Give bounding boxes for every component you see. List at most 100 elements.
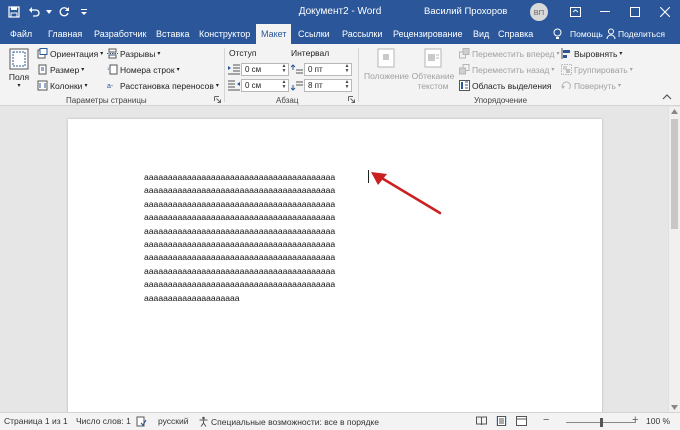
tab-insert[interactable]: Вставка: [156, 24, 189, 44]
hyphenation-icon: a-: [107, 80, 118, 91]
selection-pane-button[interactable]: Область выделения: [459, 80, 551, 91]
group-label: Группировать: [574, 64, 628, 75]
indent-left-field[interactable]: 0 см ▲ ▼: [241, 63, 289, 76]
save-icon[interactable]: [6, 4, 22, 20]
indent-heading: Отступ: [229, 48, 257, 58]
accessibility-button[interactable]: Специальные возможности: все в порядке: [198, 416, 379, 427]
dialog-launcher-icon[interactable]: [214, 96, 221, 103]
tell-me-button[interactable]: Помощь: [553, 28, 603, 40]
tab-help[interactable]: Справка: [498, 24, 533, 44]
send-backward-button[interactable]: Переместить назад ▾: [459, 64, 554, 75]
zoom-out-button[interactable]: −: [543, 414, 549, 426]
tab-view[interactable]: Вид: [473, 24, 489, 44]
undo-dropdown-icon[interactable]: [46, 4, 52, 20]
tab-developer[interactable]: Разработчик: [94, 24, 146, 44]
page-count[interactable]: Страница 1 из 1: [4, 416, 68, 426]
hyphenation-button[interactable]: a- Расстановка переносов ▾: [107, 80, 219, 91]
group-button[interactable]: Группировать ▾: [561, 64, 633, 75]
share-button[interactable]: Поделиться: [606, 28, 665, 39]
page-size-icon: [37, 64, 48, 75]
share-label: Поделиться: [618, 28, 665, 39]
document-line[interactable]: аааааааааааааааааааааааааааааааааааааааа: [144, 278, 335, 291]
maximize-icon[interactable]: [626, 3, 644, 21]
close-icon[interactable]: [656, 3, 674, 21]
spinner-arrows-icon[interactable]: ▲ ▼: [281, 64, 287, 75]
spinner-arrows-icon[interactable]: ▲ ▼: [344, 80, 350, 91]
document-line[interactable]: аааааааааааааааааааа: [144, 292, 335, 305]
quick-access-toolbar: [6, 4, 92, 20]
size-button[interactable]: Размер ▾: [37, 64, 84, 75]
document-page[interactable]: аааааааааааааааааааааааааааааааааааааааа…: [68, 119, 602, 412]
margins-icon: [9, 48, 29, 70]
read-mode-icon[interactable]: [476, 416, 487, 426]
breaks-button[interactable]: Разрывы ▾: [107, 48, 160, 59]
align-button[interactable]: Выровнять ▾: [561, 48, 622, 59]
line-numbers-button[interactable]: 1 Номера строк ▾: [107, 64, 180, 75]
undo-icon[interactable]: [26, 4, 42, 20]
collapse-ribbon-icon[interactable]: [662, 94, 672, 102]
wrap-text-icon: [424, 48, 442, 68]
rotate-button[interactable]: Повернуть ▾: [561, 80, 621, 91]
wrap-text-label-2: текстом: [417, 81, 449, 91]
avatar[interactable]: ВП: [530, 3, 548, 21]
spinner-arrows-icon[interactable]: ▲ ▼: [281, 80, 287, 91]
word-count[interactable]: Число слов: 1: [76, 416, 131, 426]
selection-pane-label: Область выделения: [472, 80, 552, 91]
document-line[interactable]: аааааааааааааааааааааааааааааааааааааааа: [144, 265, 335, 278]
orientation-button[interactable]: Ориентация ▾: [37, 48, 103, 59]
redo-icon[interactable]: [56, 4, 72, 20]
document-canvas: аааааааааааааааааааааааааааааааааааааааа…: [0, 107, 668, 412]
tab-layout[interactable]: Макет: [256, 24, 292, 44]
document-line[interactable]: аааааааааааааааааааааааааааааааааааааааа: [144, 184, 335, 197]
scrollbar-thumb[interactable]: [671, 119, 678, 229]
columns-icon: [37, 80, 48, 91]
indent-right-field[interactable]: 0 см ▲ ▼: [241, 79, 289, 92]
zoom-slider-thumb[interactable]: [600, 418, 603, 427]
tab-design[interactable]: Конструктор: [199, 24, 250, 44]
spacing-after-field[interactable]: 8 пт ▲ ▼: [304, 79, 352, 92]
ribbon-tabs: Файл Главная Разработчик Вставка Констру…: [0, 24, 680, 44]
tab-references[interactable]: Ссылки: [298, 24, 330, 44]
proofing-button[interactable]: [136, 416, 147, 427]
document-line[interactable]: аааааааааааааааааааааааааааааааааааааааа: [144, 171, 335, 184]
size-label: Размер: [50, 64, 80, 75]
scroll-down-icon[interactable]: [671, 405, 678, 410]
vertical-scrollbar[interactable]: [668, 107, 680, 412]
indent-right-icon: [228, 80, 240, 91]
align-icon: [561, 48, 572, 59]
spacing-before-value: 0 пт: [308, 65, 323, 74]
spacing-before-field[interactable]: 0 пт ▲ ▼: [304, 63, 352, 76]
document-line[interactable]: аааааааааааааааааааааааааааааааааааааааа: [144, 238, 335, 251]
scroll-up-icon[interactable]: [671, 109, 678, 114]
position-button[interactable]: Положение: [364, 48, 409, 81]
spinner-arrows-icon[interactable]: ▲ ▼: [344, 64, 350, 75]
document-line[interactable]: аааааааааааааааааааааааааааааааааааааааа: [144, 198, 335, 211]
user-name[interactable]: Василий Прохоров: [424, 6, 507, 17]
margins-button[interactable]: Поля ▾: [6, 48, 32, 89]
send-backward-icon: [459, 64, 470, 75]
document-line[interactable]: аааааааааааааааааааааааааааааааааааааааа: [144, 211, 335, 224]
tab-home[interactable]: Главная: [48, 24, 82, 44]
tab-mailings[interactable]: Рассылки: [342, 24, 382, 44]
document-text[interactable]: аааааааааааааааааааааааааааааааааааааааа…: [144, 171, 335, 305]
dialog-launcher-icon[interactable]: [348, 96, 355, 103]
ribbon-display-options-icon[interactable]: [566, 3, 584, 21]
web-layout-icon[interactable]: [516, 416, 527, 426]
print-layout-icon[interactable]: [496, 416, 507, 426]
wrap-text-button[interactable]: Обтекание текстом: [410, 48, 456, 91]
zoom-level[interactable]: 100 %: [646, 416, 670, 426]
zoom-in-button[interactable]: +: [632, 414, 638, 426]
status-bar: Страница 1 из 1 Число слов: 1 русский Сп…: [0, 412, 680, 430]
language[interactable]: русский: [158, 416, 189, 426]
selection-pane-icon: [459, 80, 470, 91]
document-line[interactable]: аааааааааааааааааааааааааааааааааааааааа: [144, 251, 335, 264]
customize-qat-icon[interactable]: [76, 4, 92, 20]
tab-file[interactable]: Файл: [10, 24, 32, 44]
columns-button[interactable]: Колонки ▾: [37, 80, 87, 91]
tab-review[interactable]: Рецензирование: [393, 24, 463, 44]
minimize-icon[interactable]: [596, 3, 614, 21]
bring-forward-button[interactable]: Переместить вперед ▾: [459, 48, 560, 59]
document-line[interactable]: аааааааааааааааааааааааааааааааааааааааа: [144, 225, 335, 238]
accessibility-label: Специальные возможности: все в порядке: [211, 416, 379, 427]
spacing-before-icon: [291, 64, 303, 75]
